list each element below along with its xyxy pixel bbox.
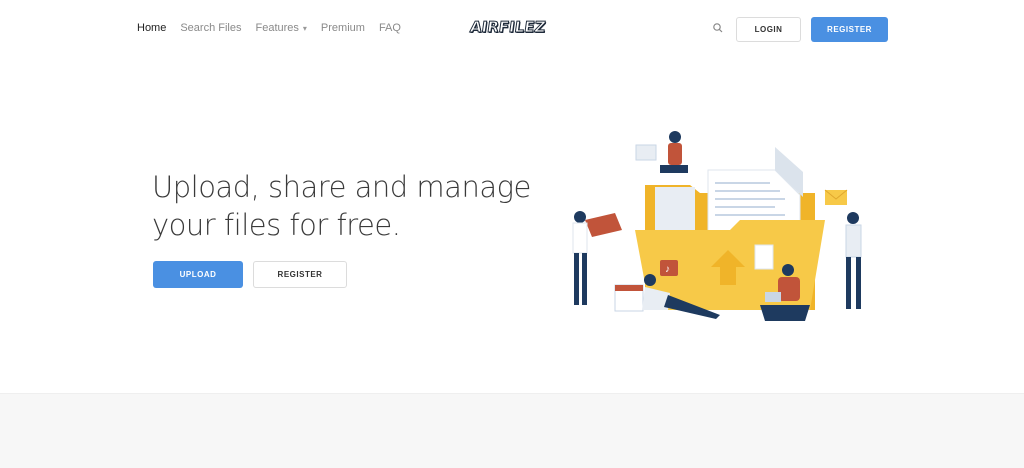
- hero-illustration: ♪: [572, 131, 862, 321]
- upload-button[interactable]: UPLOAD: [153, 261, 243, 288]
- nav-features[interactable]: Features ▾: [255, 22, 306, 34]
- login-button[interactable]: LOGIN: [736, 17, 801, 42]
- nav-search-files[interactable]: Search Files: [180, 22, 241, 34]
- person-left: [572, 211, 588, 305]
- person-right: [845, 212, 862, 309]
- nav-features-label: Features: [255, 22, 299, 34]
- section-band: [0, 393, 1024, 468]
- file-icon: [754, 244, 774, 270]
- document-1: [655, 187, 695, 237]
- person-top: [660, 131, 688, 173]
- nav-premium[interactable]: Premium: [321, 22, 365, 34]
- hero-title: Upload, share and manage your files for …: [152, 168, 532, 244]
- video-icon: [585, 213, 622, 237]
- search-icon[interactable]: [712, 22, 724, 34]
- register-button-hero[interactable]: REGISTER: [253, 261, 347, 288]
- site-logo[interactable]: AIRFILEZ: [468, 18, 558, 38]
- nav-home[interactable]: Home: [137, 22, 166, 34]
- hero-title-line1: Upload, share and manage: [152, 170, 531, 204]
- nav-faq[interactable]: FAQ: [379, 22, 401, 34]
- hero-title-line2: your files for free.: [152, 208, 401, 242]
- svg-text:♪: ♪: [665, 264, 670, 275]
- main-nav: Home Search Files Features ▾ Premium FAQ: [137, 22, 415, 34]
- register-button-header[interactable]: REGISTER: [811, 17, 888, 42]
- chevron-down-icon: ▾: [302, 24, 307, 33]
- image-icon: [635, 144, 657, 161]
